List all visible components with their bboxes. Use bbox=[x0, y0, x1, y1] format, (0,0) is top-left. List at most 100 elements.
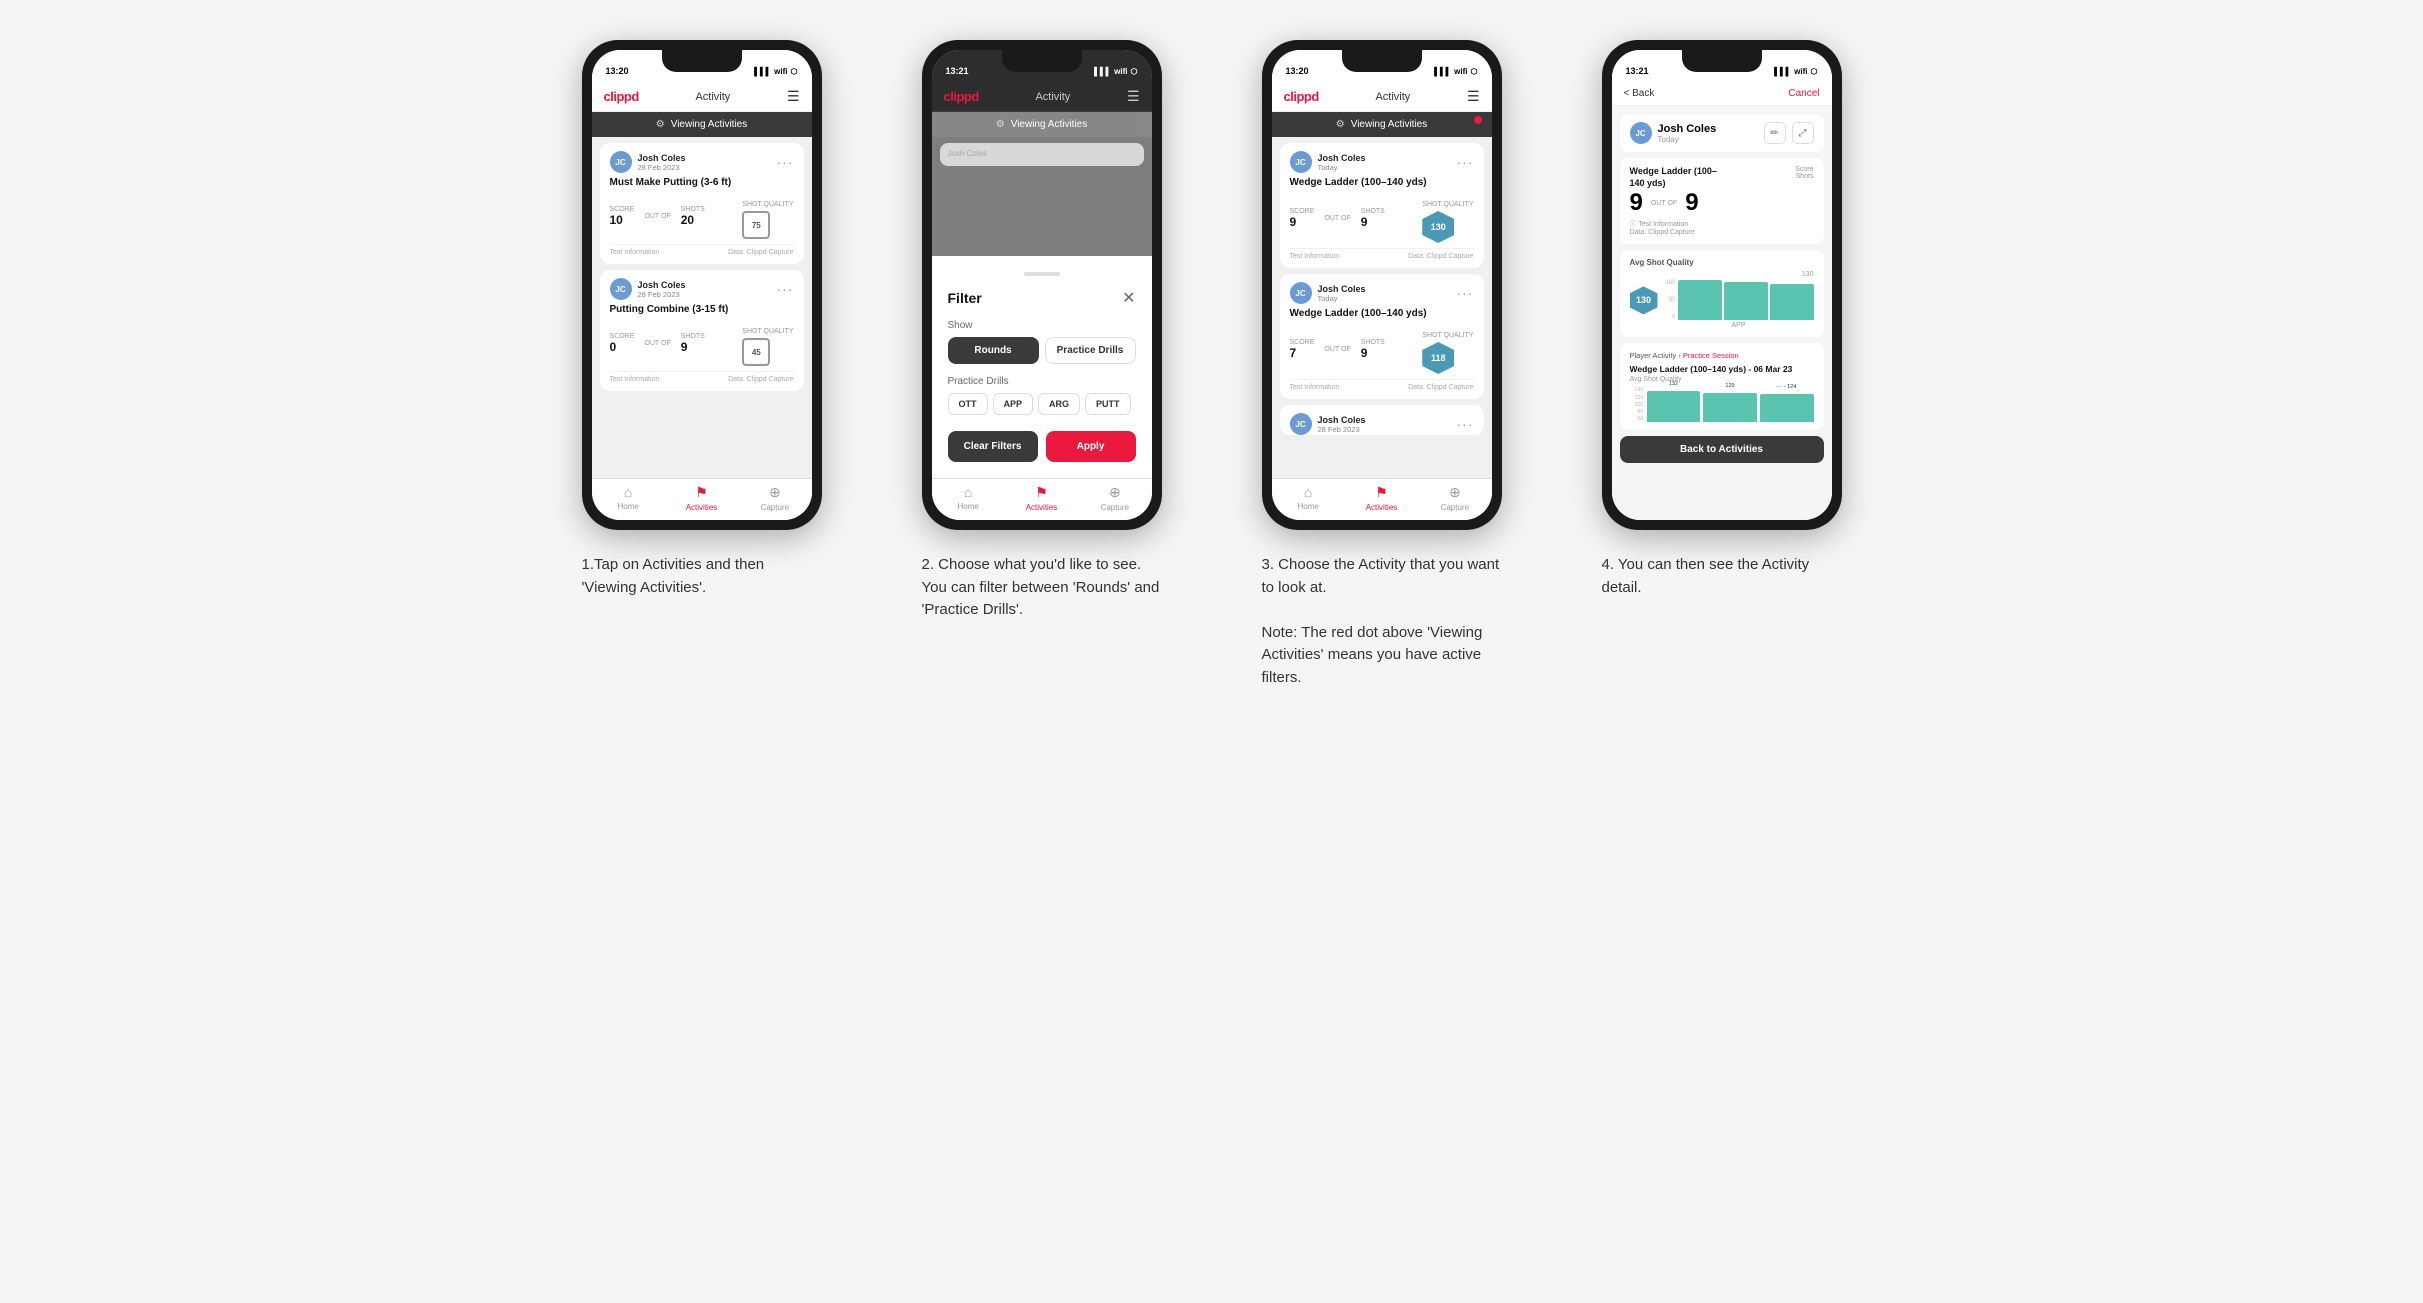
phone-column-3: 13:20 ▌▌▌ wifi ⬡ clippd Activity ☰ ⚙ V bbox=[1232, 40, 1532, 689]
tab-capture-label-2: Capture bbox=[1101, 503, 1129, 512]
filter-title-2: Filter bbox=[948, 290, 982, 306]
user-name-3-3: Josh Coles bbox=[1318, 415, 1366, 425]
card-user-3-3: JC Josh Coles 28 Feb 2023 bbox=[1290, 413, 1366, 435]
card-source-1-2: Data: Clippd Capture bbox=[728, 376, 793, 383]
tab-capture-3[interactable]: ⊕ Capture bbox=[1418, 484, 1491, 512]
card-source-1-1: Data: Clippd Capture bbox=[728, 249, 793, 256]
mini-bar-1-4: 132 bbox=[1647, 391, 1701, 423]
activity-card-1-1[interactable]: JC Josh Coles 28 Feb 2023 ··· Must Make … bbox=[600, 143, 804, 264]
activities-icon-3: ⚑ bbox=[1375, 484, 1388, 501]
tab-home-label-3: Home bbox=[1297, 502, 1318, 511]
viewing-banner-3[interactable]: ⚙ Viewing Activities bbox=[1272, 112, 1492, 137]
bg-card-2: Josh Coles bbox=[940, 143, 1144, 166]
hamburger-icon-3[interactable]: ☰ bbox=[1467, 88, 1480, 105]
bottom-tabs-2: ⌂ Home ⚑ Activities ⊕ Capture bbox=[932, 478, 1152, 520]
tab-home-2[interactable]: ⌂ Home bbox=[932, 484, 1005, 512]
viewing-banner-1[interactable]: ⚙ Viewing Activities bbox=[592, 112, 812, 137]
status-time-4: 13:21 bbox=[1626, 66, 1649, 76]
shot-quality-label-3-1: Shot Quality bbox=[1422, 201, 1473, 208]
hamburger-icon-2[interactable]: ☰ bbox=[1127, 88, 1140, 105]
tab-activities-label-1: Activities bbox=[686, 503, 718, 512]
tab-home-1[interactable]: ⌂ Home bbox=[592, 484, 665, 512]
status-icons-3: ▌▌▌ wifi ⬡ bbox=[1434, 67, 1477, 76]
detail-user-date-4: Today bbox=[1658, 135, 1717, 144]
expand-button-4[interactable]: ⤢ bbox=[1792, 122, 1814, 144]
detail-score-row-4: 9 OUT OF 9 bbox=[1630, 189, 1814, 217]
back-button-4[interactable]: < Back bbox=[1624, 88, 1655, 99]
detail-score-card-4: Wedge Ladder (100–140 yds) Score Shots 9… bbox=[1620, 158, 1824, 244]
card-user-3-1: JC Josh Coles Today bbox=[1290, 151, 1366, 173]
score-value-1-2: 0 bbox=[610, 340, 635, 354]
score-label-header-4: Score bbox=[1795, 166, 1813, 173]
more-dots-1-2[interactable]: ··· bbox=[777, 281, 794, 297]
apply-button-2[interactable]: Apply bbox=[1046, 431, 1136, 462]
chip-arg-2[interactable]: ARG bbox=[1038, 393, 1080, 415]
clear-filters-button-2[interactable]: Clear Filters bbox=[948, 431, 1038, 462]
edit-button-4[interactable]: ✏ bbox=[1764, 122, 1786, 144]
phone-screen-2: 13:21 ▌▌▌ wifi ⬡ clippd Activity ☰ ⚙ V bbox=[932, 50, 1152, 520]
activity-card-1-2[interactable]: JC Josh Coles 28 Feb 2023 ··· Putting Co… bbox=[600, 270, 804, 391]
bar-1-4 bbox=[1678, 280, 1722, 320]
stat-score-1-1: Score 10 bbox=[610, 206, 635, 227]
card-user-info-1-2: Josh Coles 28 Feb 2023 bbox=[638, 280, 686, 299]
tab-activities-1[interactable]: ⚑ Activities bbox=[665, 484, 738, 512]
tab-capture-1[interactable]: ⊕ Capture bbox=[738, 484, 811, 512]
caption-3: 3. Choose the Activity that you want to … bbox=[1262, 554, 1502, 689]
chip-putt-2[interactable]: PUTT bbox=[1085, 393, 1131, 415]
more-dots-3-2[interactable]: ··· bbox=[1457, 285, 1474, 301]
app-nav-2: clippd Activity ☰ bbox=[932, 82, 1152, 112]
activity-card-3-3[interactable]: JC Josh Coles 28 Feb 2023 ··· bbox=[1280, 405, 1484, 435]
more-dots-3-3[interactable]: ··· bbox=[1457, 416, 1474, 432]
filter-toggle-drills-2[interactable]: Practice Drills bbox=[1045, 337, 1136, 364]
detail-title-row-4: Wedge Ladder (100–140 yds) Score Shots bbox=[1630, 166, 1814, 189]
detail-shots-value-4: 9 bbox=[1685, 189, 1698, 217]
mini-bar-2-4: 129 bbox=[1703, 393, 1757, 423]
stat-shots-3-2: Shots 9 bbox=[1361, 339, 1385, 360]
battery-icon-3: ⬡ bbox=[1471, 67, 1478, 76]
shot-quality-label-1-1: Shot Quality bbox=[742, 201, 793, 208]
viewing-banner-2: ⚙ Viewing Activities bbox=[932, 112, 1152, 137]
out-of-1-1: OUT OF bbox=[644, 213, 670, 220]
more-dots-1-1[interactable]: ··· bbox=[777, 154, 794, 170]
chip-ott-2[interactable]: OTT bbox=[948, 393, 988, 415]
shots-value-1-1: 20 bbox=[681, 213, 705, 227]
chip-app-2[interactable]: APP bbox=[993, 393, 1034, 415]
tab-activities-3[interactable]: ⚑ Activities bbox=[1345, 484, 1418, 512]
card-header-3-3: JC Josh Coles 28 Feb 2023 ··· bbox=[1290, 413, 1474, 435]
more-dots-3-1[interactable]: ··· bbox=[1457, 154, 1474, 170]
detail-session-card-4: Player Activity › Practice Session Wedge… bbox=[1620, 343, 1824, 430]
phone-notch-1 bbox=[662, 50, 742, 72]
shot-quality-hex-3-1: 130 bbox=[1422, 211, 1454, 243]
activities-icon-2: ⚑ bbox=[1035, 484, 1048, 501]
filter-show-label-2: Show bbox=[948, 320, 1136, 331]
filter-toggle-rounds-2[interactable]: Rounds bbox=[948, 337, 1039, 364]
user-date-1-2: 28 Feb 2023 bbox=[638, 290, 686, 299]
stat-score-1-2: Score 0 bbox=[610, 333, 635, 354]
activity-card-3-2[interactable]: JC Josh Coles Today ··· Wedge Ladder (10… bbox=[1280, 274, 1484, 399]
mini-bar-3-4: - - - 124 bbox=[1760, 394, 1814, 422]
wifi-icon-1: wifi bbox=[774, 67, 787, 76]
filter-close-2[interactable]: ✕ bbox=[1122, 288, 1135, 308]
tab-home-3[interactable]: ⌂ Home bbox=[1272, 484, 1345, 512]
avatar-3-3: JC bbox=[1290, 413, 1312, 435]
nav-title-1: Activity bbox=[695, 91, 730, 103]
detail-user-name-4: Josh Coles bbox=[1658, 123, 1717, 135]
detail-data-source-4: Data: Clippd Capture bbox=[1630, 229, 1814, 236]
activity-card-3-1[interactable]: JC Josh Coles Today ··· Wedge Ladder (10… bbox=[1280, 143, 1484, 268]
detail-actions-4: ✏ ⤢ bbox=[1764, 122, 1814, 144]
tab-capture-2[interactable]: ⊕ Capture bbox=[1078, 484, 1151, 512]
back-to-activities-button-4[interactable]: Back to Activities bbox=[1620, 436, 1824, 463]
status-icons-2: ▌▌▌ wifi ⬡ bbox=[1094, 67, 1137, 76]
phone-2: 13:21 ▌▌▌ wifi ⬡ clippd Activity ☰ ⚙ V bbox=[922, 40, 1162, 530]
out-of-3-2: OUT OF bbox=[1324, 346, 1350, 353]
score-value-3-2: 7 bbox=[1290, 346, 1315, 360]
tab-activities-2[interactable]: ⚑ Activities bbox=[1005, 484, 1078, 512]
score-value-3-1: 9 bbox=[1290, 215, 1315, 229]
card-user-info-3-1: Josh Coles Today bbox=[1318, 153, 1366, 172]
phone-1: 13:20 ▌▌▌ wifi ⬡ clippd Activity ☰ ⚙ V bbox=[582, 40, 822, 530]
cancel-button-4[interactable]: Cancel bbox=[1788, 88, 1819, 99]
hamburger-icon-1[interactable]: ☰ bbox=[787, 88, 800, 105]
capture-icon-2: ⊕ bbox=[1109, 484, 1121, 501]
drill-title-4: Wedge Ladder (100–140 yds) - 06 Mar 23 bbox=[1630, 364, 1814, 374]
shots-label-header-4: Shots bbox=[1795, 173, 1813, 180]
